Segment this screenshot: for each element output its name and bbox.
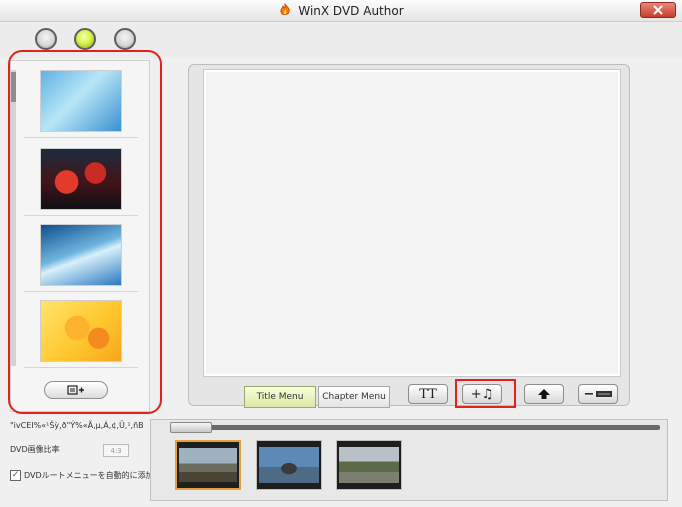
add-template-icon <box>67 385 84 395</box>
minus-icon: − <box>583 386 595 402</box>
close-button[interactable] <box>640 2 676 18</box>
template-item[interactable] <box>24 292 138 368</box>
template-list-scrollbar-thumb[interactable] <box>11 72 16 102</box>
close-icon <box>653 5 663 15</box>
add-text-button[interactable]: TT <box>408 384 448 404</box>
blue-bubbles-template[interactable] <box>40 70 122 132</box>
seaside-clip[interactable] <box>175 440 241 490</box>
window-title-text: WinX DVD Author <box>298 4 404 18</box>
stacked-stones-clip[interactable] <box>256 440 322 490</box>
add-music-button[interactable]: +♫ <box>462 384 502 404</box>
text-tool-icon: TT <box>419 386 437 402</box>
tree-path-clip[interactable] <box>336 440 402 490</box>
flame-logo-icon <box>280 3 290 16</box>
window-title: WinX DVD Author <box>0 3 682 18</box>
template-list-scrollbar[interactable] <box>11 70 16 366</box>
yellow-flowers-template[interactable] <box>40 300 122 362</box>
blue-swirl-template[interactable] <box>40 224 122 286</box>
auto-root-menu-option[interactable]: ✓ DVDルートメニューを自動的に添加する <box>10 470 170 481</box>
remove-button[interactable]: − <box>578 384 618 404</box>
template-item[interactable] <box>24 216 138 292</box>
music-note-icon: +♫ <box>470 386 494 402</box>
auto-root-menu-checkbox[interactable]: ✓ <box>10 470 21 481</box>
step-header <box>0 22 682 58</box>
step-3-radio-icon[interactable] <box>114 28 136 50</box>
aspect-ratio-label: DVD画像比率 <box>10 445 60 454</box>
template-item[interactable] <box>24 62 138 138</box>
aspect-ratio-select[interactable]: 4:3 <box>103 444 129 457</box>
chapter-slider-track[interactable] <box>170 425 660 430</box>
upload-button[interactable] <box>524 384 564 404</box>
add-template-button[interactable] <box>44 381 108 399</box>
remove-bar-icon <box>596 391 613 397</box>
template-item[interactable] <box>24 140 138 216</box>
up-arrow-icon <box>538 389 550 399</box>
menu-preview-canvas[interactable] <box>203 69 621 377</box>
step-2-radio-icon[interactable] <box>74 28 96 50</box>
title-bar: WinX DVD Author <box>0 0 682 22</box>
clip-thumbnail <box>259 447 319 483</box>
step-1-radio-icon[interactable] <box>35 28 57 50</box>
slider-handle-icon[interactable] <box>170 422 212 433</box>
winx-dvd-author-window: WinX DVD Author Title Menu Chapter Menu … <box>0 0 682 507</box>
red-flowers-template[interactable] <box>40 148 122 210</box>
garbled-option-label: "ivCEI%«¹Šỳ,ð"Ý%«Ã,µ,Á,¢,Ü,¹,ñB <box>10 421 144 430</box>
tab-title-menu[interactable]: Title Menu <box>244 386 316 408</box>
clip-thumbnail <box>179 448 237 482</box>
auto-root-menu-label: DVDルートメニューを自動的に添加する <box>24 471 170 480</box>
tab-chapter-menu[interactable]: Chapter Menu <box>318 386 390 408</box>
clip-thumbnail <box>339 447 399 483</box>
